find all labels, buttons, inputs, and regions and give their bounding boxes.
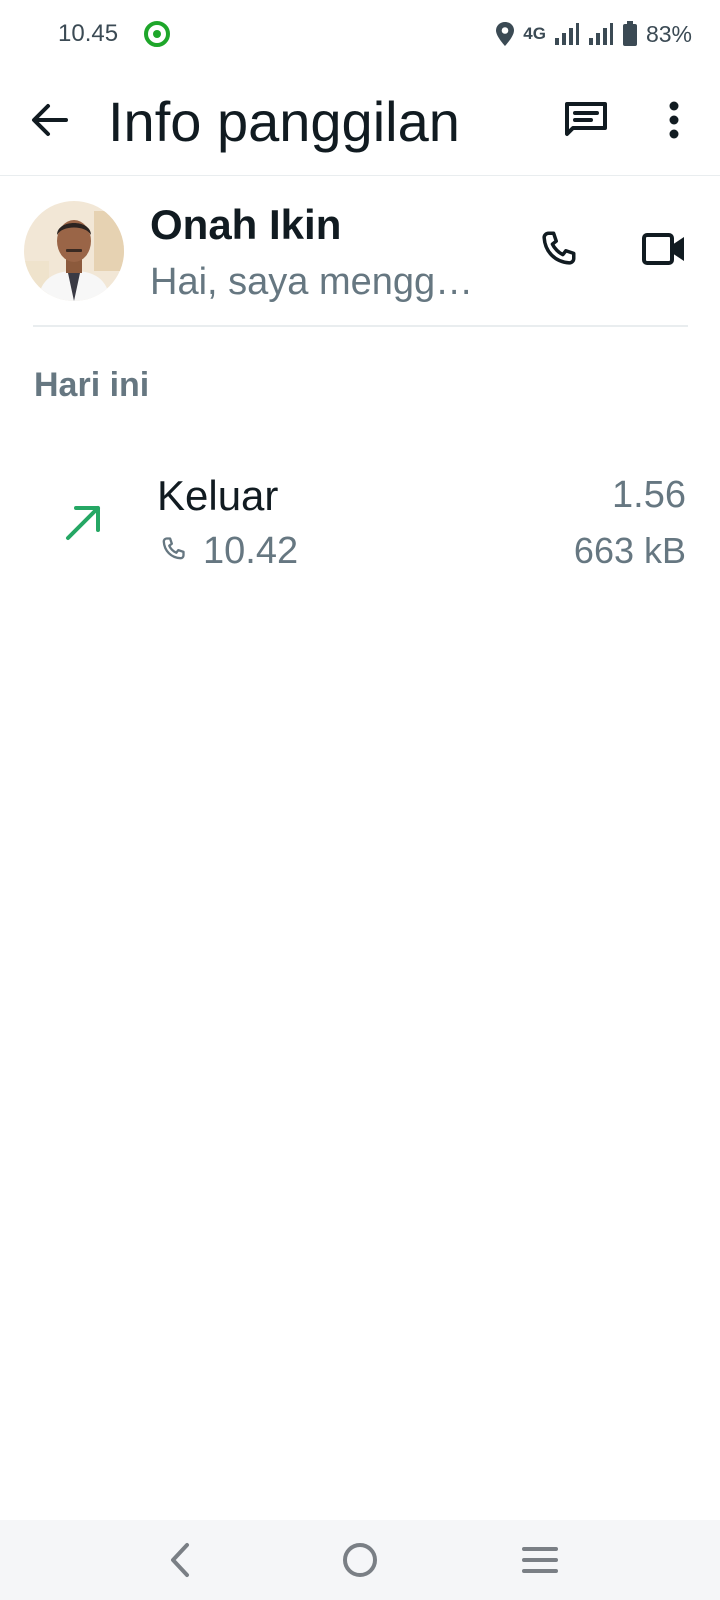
nav-home-icon: [343, 1543, 377, 1577]
nav-back-button[interactable]: [156, 1536, 204, 1584]
nav-recents-button[interactable]: [516, 1536, 564, 1584]
contact-row[interactable]: Onah Ikin Hai, saya mengg…: [0, 177, 720, 327]
signal-icon: [554, 22, 580, 46]
call-info-screen: 10.45 4G 83% Info panggilan Onah Ikin Ha…: [0, 0, 720, 1600]
back-button[interactable]: [26, 96, 74, 144]
more-vertical-icon: [669, 101, 679, 139]
battery-percentage: 83%: [645, 20, 692, 47]
contact-status: Hai, saya mengg…: [150, 261, 474, 303]
contact-name: Onah Ikin: [150, 201, 342, 248]
call-log-item: Keluar 10.42 1.56 663 kB: [0, 460, 720, 590]
nav-recents-icon: [522, 1547, 558, 1573]
status-time: 10.45: [58, 20, 119, 47]
status-bar: 10.45 4G 83%: [0, 0, 720, 68]
avatar[interactable]: [24, 201, 124, 301]
call-type: Keluar: [157, 472, 279, 519]
status-indicators: 4G 83%: [495, 18, 692, 50]
video-call-icon: [642, 233, 684, 265]
location-icon: [495, 21, 515, 47]
voice-call-icon: [542, 231, 576, 265]
nav-home-button[interactable]: [336, 1536, 384, 1584]
call-data-size: 663 kB: [573, 530, 686, 571]
call-time: 10.42: [203, 530, 299, 572]
video-call-button[interactable]: [636, 221, 692, 277]
system-nav-bar: [0, 1520, 720, 1600]
call-duration: 1.56: [612, 474, 686, 516]
outgoing-arrow-icon: [60, 498, 108, 546]
section-header: Hari ini: [34, 366, 150, 404]
app-notification-icon: [143, 20, 171, 48]
signal-icon: [588, 22, 614, 46]
page-title: Info panggilan: [108, 90, 460, 153]
back-arrow-icon: [32, 104, 68, 136]
network-type-label: 4G: [523, 24, 546, 43]
voice-call-button[interactable]: [530, 221, 586, 277]
message-icon: [565, 102, 607, 136]
battery-icon: [622, 21, 638, 47]
phone-icon: [159, 535, 187, 563]
message-button[interactable]: [560, 94, 612, 146]
more-options-button[interactable]: [650, 94, 698, 146]
app-bar: Info panggilan: [0, 68, 720, 176]
nav-back-icon: [171, 1543, 189, 1577]
divider: [33, 325, 688, 327]
